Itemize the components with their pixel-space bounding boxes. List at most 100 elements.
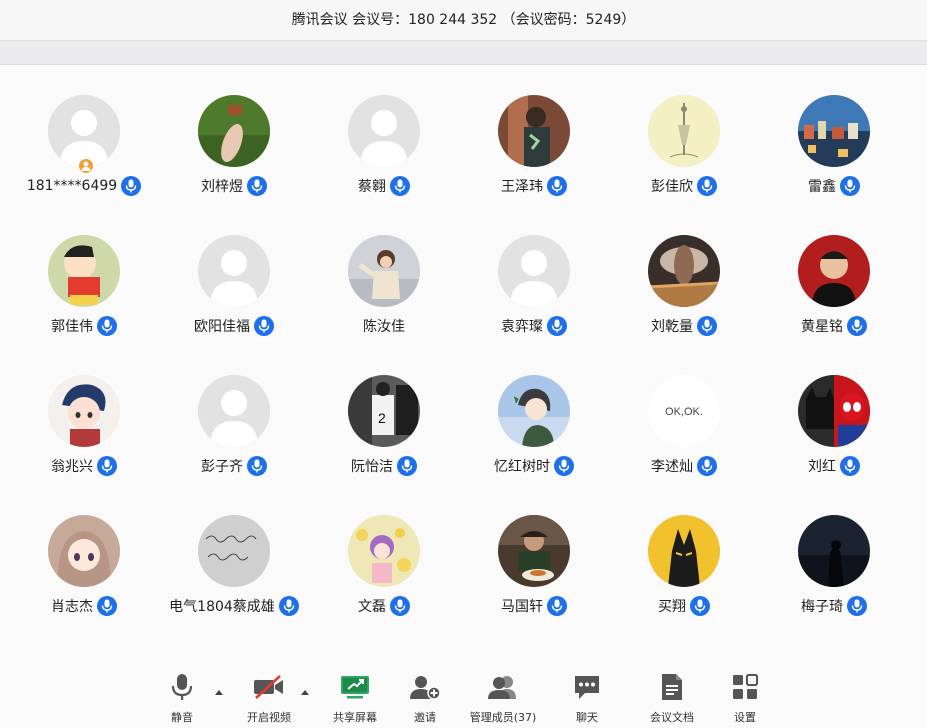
avatar xyxy=(648,515,720,587)
mic-status-icon xyxy=(554,456,574,476)
settings-button[interactable]: 设置 xyxy=(724,665,766,728)
participant-tile[interactable]: 电气1804蔡成雄 xyxy=(159,485,309,616)
participant-label: 忆红树时 xyxy=(459,455,609,477)
participant-tile[interactable]: 袁弈璨 xyxy=(459,205,609,336)
participant-label: 阮怡洁 xyxy=(309,455,459,477)
participant-tile[interactable]: 刘梓煜 xyxy=(159,65,309,196)
manage-members-button[interactable]: 管理成员(37) xyxy=(468,665,538,728)
avatar xyxy=(198,235,270,307)
participant-name: 蔡翱 xyxy=(358,179,386,195)
participant-label: 陈汝佳 xyxy=(309,315,459,337)
participant-name: 刘乾量 xyxy=(651,319,693,335)
chat-icon xyxy=(573,669,601,705)
participant-tile[interactable]: 刘红 xyxy=(759,345,909,476)
participant-label: 雷鑫 xyxy=(759,175,909,197)
invite-button[interactable]: 邀请 xyxy=(404,665,446,728)
avatar xyxy=(798,235,870,307)
participant-name: 陈汝佳 xyxy=(363,319,405,335)
participant-tile[interactable]: 买翔 xyxy=(609,485,759,616)
participant-name: 黄星铭 xyxy=(801,319,843,335)
window-title: 腾讯会议 会议号：180 244 352 （会议密码：5249） xyxy=(0,0,927,40)
start-video-button[interactable]: 开启视频 xyxy=(242,665,296,728)
share-screen-button[interactable]: 共享屏幕 xyxy=(330,665,380,728)
participant-tile[interactable]: 梅子琦 xyxy=(759,485,909,616)
participant-label: 梅子琦 xyxy=(759,595,909,617)
mic-status-icon xyxy=(547,316,567,336)
mic-status-icon xyxy=(697,176,717,196)
participant-tile[interactable]: 2 阮怡洁 xyxy=(309,345,459,476)
participant-tile[interactable]: 王泽玮 xyxy=(459,65,609,196)
avatar xyxy=(348,515,420,587)
participant-tile[interactable]: 彭佳欣 xyxy=(609,65,759,196)
participant-tile[interactable]: 欧阳佳福 xyxy=(159,205,309,336)
participant-tile[interactable]: 雷鑫 xyxy=(759,65,909,196)
participant-tile[interactable]: 181****6499 xyxy=(9,65,159,196)
avatar: 2 xyxy=(348,375,420,447)
participant-name: 雷鑫 xyxy=(808,179,836,195)
avatar xyxy=(798,375,870,447)
manage-members-label: 管理成员(37) xyxy=(469,711,537,724)
share-screen-label: 共享屏幕 xyxy=(333,711,377,724)
participant-label: 刘梓煜 xyxy=(159,175,309,197)
chat-button[interactable]: 聊天 xyxy=(566,665,608,728)
settings-label: 设置 xyxy=(734,711,756,724)
participant-grid: 181****6499 刘梓煜 蔡翱 王泽玮 彭佳欣 雷鑫郭佳伟 欧阳佳福 陈汝佳 袁弈璨 刘乾量… xyxy=(0,65,927,645)
add-user-icon xyxy=(409,669,441,705)
avatar xyxy=(198,95,270,167)
participant-name: 王泽玮 xyxy=(501,179,543,195)
mic-status-icon xyxy=(840,176,860,196)
participant-label: 郭佳伟 xyxy=(9,315,159,337)
mic-status-icon xyxy=(247,176,267,196)
participant-tile[interactable]: 郭佳伟 xyxy=(9,205,159,336)
avatar xyxy=(498,375,570,447)
participant-label: 刘乾量 xyxy=(609,315,759,337)
participant-tile[interactable]: 黄星铭 xyxy=(759,205,909,336)
document-icon xyxy=(660,669,684,705)
mute-options-caret[interactable] xyxy=(214,681,224,695)
participant-name: 电气1804蔡成雄 xyxy=(169,599,275,615)
avatar xyxy=(198,515,270,587)
mute-button[interactable]: 静音 xyxy=(160,665,204,728)
participant-label: 王泽玮 xyxy=(459,175,609,197)
mic-status-icon xyxy=(97,456,117,476)
avatar xyxy=(798,95,870,167)
avatar xyxy=(198,375,270,447)
participant-label: 彭佳欣 xyxy=(609,175,759,197)
host-badge-icon xyxy=(77,157,95,175)
participant-name: 刘红 xyxy=(808,459,836,475)
mic-status-icon xyxy=(547,176,567,196)
mic-status-icon xyxy=(697,316,717,336)
avatar xyxy=(48,375,120,447)
participant-tile[interactable]: 彭子齐 xyxy=(159,345,309,476)
header-strip xyxy=(0,40,927,65)
participant-name: 忆红树时 xyxy=(494,459,550,475)
mic-status-icon xyxy=(390,176,410,196)
participant-name: 彭佳欣 xyxy=(651,179,693,195)
avatar xyxy=(798,515,870,587)
participant-tile[interactable]: 翁兆兴 xyxy=(9,345,159,476)
avatar xyxy=(648,235,720,307)
participant-label: 买翔 xyxy=(609,595,759,617)
participant-label: 欧阳佳福 xyxy=(159,315,309,337)
meeting-docs-button[interactable]: 会议文档 xyxy=(646,665,698,728)
participant-tile[interactable]: 忆红树时 xyxy=(459,345,609,476)
chat-label: 聊天 xyxy=(576,711,598,724)
participant-label: 李述灿 xyxy=(609,455,759,477)
share-screen-icon xyxy=(340,669,370,705)
video-options-caret[interactable] xyxy=(300,681,310,695)
mic-status-icon xyxy=(97,596,117,616)
participant-name: 彭子齐 xyxy=(201,459,243,475)
participant-tile[interactable]: 马国轩 xyxy=(459,485,609,616)
participant-name: 肖志杰 xyxy=(51,599,93,615)
participant-label: 电气1804蔡成雄 xyxy=(159,595,309,617)
svg-text:2: 2 xyxy=(378,410,386,426)
participant-label: 袁弈璨 xyxy=(459,315,609,337)
participant-tile[interactable]: 陈汝佳 xyxy=(309,205,459,335)
participant-tile[interactable]: 蔡翱 xyxy=(309,65,459,196)
participant-tile[interactable]: 文磊 xyxy=(309,485,459,616)
mic-status-icon xyxy=(247,456,267,476)
participant-tile[interactable]: 肖志杰 xyxy=(9,485,159,616)
participant-label: 黄星铭 xyxy=(759,315,909,337)
participant-tile[interactable]: 刘乾量 xyxy=(609,205,759,336)
participant-tile[interactable]: OK,OK. 李述灿 xyxy=(609,345,759,476)
